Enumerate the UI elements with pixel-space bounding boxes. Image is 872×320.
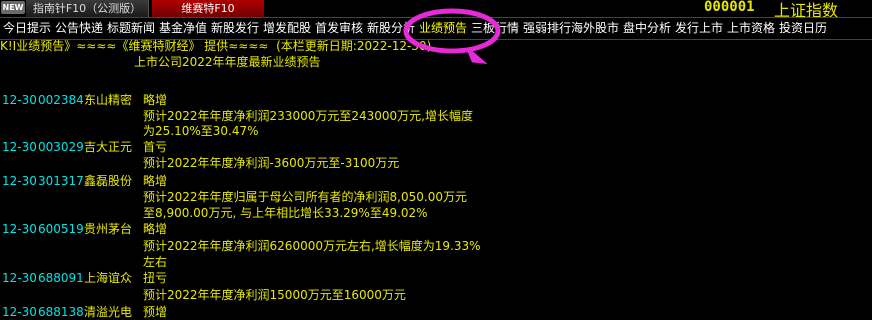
nav-item-overseas-markets[interactable]: 海外股市 — [571, 18, 619, 39]
record-date: 12-30 — [2, 271, 37, 285]
record-code: 002384 — [38, 93, 84, 107]
nav-item-earnings-forecast[interactable]: 业绩预告 — [419, 18, 467, 39]
stock-code: 000001 — [704, 0, 755, 15]
tab-compass-f10[interactable]: 指南针F10（公测版） — [26, 0, 149, 17]
new-badge: NEW — [1, 1, 25, 14]
record-code: 301317 — [38, 174, 84, 188]
nav-item-headline-news[interactable]: 标题新闻 — [107, 18, 155, 39]
nav-item-ipo-review[interactable]: 首发审核 — [315, 18, 363, 39]
record-detail: 左右 — [143, 255, 168, 269]
nav-item-intraday-analysis[interactable]: 盘中分析 — [623, 18, 671, 39]
nav-item-third-board[interactable]: 三板行情 — [471, 18, 519, 39]
record-name: 鑫磊股份 — [84, 174, 133, 188]
record-detail: 为25.10%至30.47% — [143, 124, 259, 138]
nav-item-listing[interactable]: 发行上市 — [675, 18, 723, 39]
header-line: K!I业绩预告》≈≈≈≈《维赛特财经》 提供≈≈≈≈ (本栏更新日期:2022-… — [0, 39, 432, 53]
record-detail: 预计2022年年度净利润6260000万元左右,增长幅度为19.33% — [143, 239, 481, 253]
record-name: 吉大正元 — [84, 140, 133, 154]
nav-item-investment-calendar[interactable]: 投资日历 — [779, 18, 827, 39]
nav-item-strength-ranking[interactable]: 强弱排行 — [523, 18, 571, 39]
nav-item-today-tips[interactable]: 今日提示 — [3, 18, 51, 39]
record-type: 略增 — [143, 93, 168, 107]
nav-item-new-issues[interactable]: 新股发行 — [211, 18, 259, 39]
nav-item-announcements[interactable]: 公告快递 — [55, 18, 103, 39]
record-type: 扭亏 — [143, 271, 168, 285]
top-tab-bar: NEW 指南针F10（公测版） 维赛特F10 000001 上证指数 — [0, 0, 872, 20]
record-name: 贵州茅台 — [84, 222, 133, 236]
record-date: 12-30 — [2, 140, 37, 154]
record-name: 清溢光电 — [84, 305, 133, 319]
record-type: 略增 — [143, 174, 168, 188]
nav-item-listing-qualification[interactable]: 上市资格 — [727, 18, 775, 39]
record-date: 12-30 — [2, 222, 37, 236]
record-detail: 预计2022年年度净利润15000万元至16000万元 — [143, 288, 406, 302]
tab-weisaite-f10[interactable]: 维赛特F10 — [152, 0, 264, 17]
record-type: 略增 — [143, 222, 168, 236]
record-name: 上海谊众 — [84, 271, 133, 285]
record-detail: 至8,900.00万元, 与上年相比增长33.29%至49.02% — [143, 206, 428, 220]
nav-item-fund-nav[interactable]: 基金净值 — [159, 18, 207, 39]
record-type: 首亏 — [143, 140, 168, 154]
menu-bar: 今日提示 公告快递 标题新闻 基金净值 新股发行 增发配股 首发审核 新股分析 … — [0, 17, 872, 40]
nav-item-new-stock-analysis[interactable]: 新股分析 — [367, 18, 415, 39]
record-date: 12-30 — [2, 174, 37, 188]
record-code: 688138 — [38, 305, 84, 319]
record-name: 东山精密 — [84, 93, 133, 107]
record-detail: 预计2022年年度归属于母公司所有者的净利润8,050.00万元 — [143, 190, 467, 204]
record-date: 12-30 — [2, 93, 37, 107]
record-detail: 预计2022年年度净利润-3600万元至-3100万元 — [143, 156, 400, 170]
nav-item-placement[interactable]: 增发配股 — [263, 18, 311, 39]
record-code: 600519 — [38, 222, 84, 236]
earnings-forecast-panel: K!I业绩预告》≈≈≈≈《维赛特财经》 提供≈≈≈≈ (本栏更新日期:2022-… — [0, 38, 872, 319]
record-detail: 预计2022年年度净利润233000万元至243000万元,增长幅度 — [143, 109, 473, 123]
record-code: 688091 — [38, 271, 84, 285]
record-type: 预增 — [143, 305, 168, 319]
record-code: 003029 — [38, 140, 84, 154]
record-date: 12-30 — [2, 305, 37, 319]
page-subtitle: 上市公司2022年年度最新业绩预告 — [134, 55, 321, 69]
